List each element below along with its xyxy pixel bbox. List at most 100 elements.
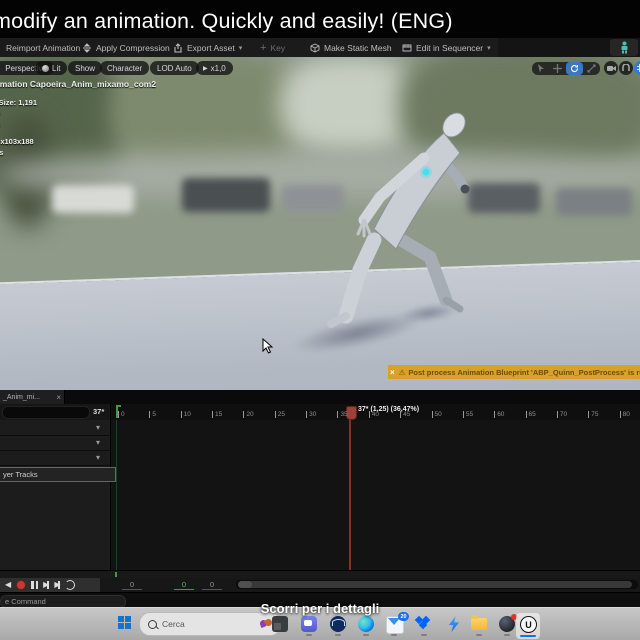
scrollbar-handle[interactable]	[238, 581, 632, 588]
transport-value: 0	[202, 580, 222, 590]
playback-controls: ◀ ▶ ▶	[0, 578, 100, 592]
transform-tools	[532, 62, 600, 75]
close-icon[interactable]: ×	[390, 368, 395, 377]
background-car	[182, 178, 270, 212]
ruler-tick: 15	[212, 411, 222, 418]
lit-label: Lit	[52, 63, 61, 73]
track-row[interactable]: ▾	[0, 435, 110, 451]
tab-close-icon[interactable]: ×	[56, 393, 61, 402]
play-icon: ▶	[203, 65, 208, 72]
step-forward-button[interactable]: ▶	[43, 581, 50, 589]
unreal-logo: U	[520, 616, 537, 633]
to-end-button[interactable]: ▶	[54, 581, 61, 589]
asset-toolbar: Reimport Animation Apply Compression Exp…	[0, 38, 640, 58]
loop-button[interactable]	[65, 580, 76, 590]
track-row[interactable]: ▾	[0, 450, 110, 466]
ruler-row: 37* 37* (1,25) (36,47%) 0 5 10 15 20 25 30 35 40…	[0, 404, 640, 421]
running-indicator	[504, 634, 510, 636]
pause-bar	[31, 581, 34, 589]
reimport-animation-label: Reimport Animation	[6, 42, 81, 53]
scrollbar-cap	[238, 581, 252, 588]
ruler-tick: 5	[149, 411, 156, 418]
animation-timeline: _Anim_mi... × 37* 37* (1,25) (36,47%) 05…	[0, 390, 640, 608]
transport-bar: ◀ ▶ ▶ 0 0 0	[0, 578, 640, 592]
edge-browser-icon[interactable]	[358, 616, 374, 632]
chevron-down-icon: ▾	[487, 44, 491, 52]
pause-bar	[35, 581, 39, 589]
disney-plus-icon[interactable]	[330, 616, 346, 632]
record-button[interactable]	[16, 580, 27, 590]
dropbox-icon[interactable]	[414, 615, 432, 632]
ruler-tick: 55	[462, 411, 473, 418]
ruler-tick: 75	[588, 411, 598, 418]
scale-icon	[587, 64, 596, 73]
preview-mesh-button[interactable]	[610, 39, 638, 56]
key-button[interactable]: + Key	[260, 38, 285, 57]
lod-auto-button[interactable]: LOD Auto	[150, 61, 199, 75]
mail-app-icon[interactable]: 20	[386, 612, 409, 634]
reimport-animation-button[interactable]: Reimport Animation	[6, 38, 80, 57]
chat-app-icon[interactable]	[301, 616, 317, 632]
taskbar-app-icon[interactable]	[272, 616, 288, 632]
to-front-button[interactable]: ◀	[5, 581, 11, 589]
notification-app-icon[interactable]	[499, 614, 517, 632]
lit-sphere-icon	[42, 64, 49, 72]
show-button[interactable]: Show	[68, 61, 103, 75]
video-title: modify an animation. Quickly and easily!…	[0, 9, 453, 33]
search-highlight-icon	[259, 617, 274, 629]
export-icon	[174, 42, 182, 53]
track-area[interactable]: ▾ ▾ ▾ yer Tracks	[0, 420, 640, 570]
running-indicator	[363, 634, 369, 636]
camera-speed-button[interactable]	[604, 61, 618, 75]
select-tool-button[interactable]	[532, 62, 549, 75]
track-row[interactable]: ▾	[0, 420, 110, 436]
edit-in-sequencer-button[interactable]: Edit in Sequencer ▾	[402, 38, 491, 57]
layer-tracks-button[interactable]: yer Tracks	[0, 467, 116, 482]
chevron-down-icon[interactable]: ▾	[96, 423, 100, 432]
windows-start-button[interactable]	[118, 616, 131, 629]
chevron-down-icon[interactable]: ▾	[96, 453, 100, 462]
timeline-ruler[interactable]: 37* (1,25) (36,47%) 0 5 10 15 20 25 30 35 40 45 50…	[110, 404, 640, 420]
viewport-animation-label: Animation Capoeira_Anim_mixamo_com2	[0, 79, 157, 89]
sequencer-icon	[402, 44, 412, 51]
move-tool-button[interactable]	[549, 62, 566, 75]
running-indicator	[476, 634, 482, 636]
horizontal-scrollbar[interactable]	[236, 580, 638, 589]
ruler-tick: 40	[368, 411, 379, 418]
active-app-underline	[520, 634, 536, 637]
make-static-mesh-button[interactable]: Make Static Mesh	[310, 38, 392, 57]
ruler-tick: 10	[180, 411, 191, 418]
warning-text: Post process Animation Blueprint 'ABP_Qu…	[408, 367, 640, 377]
file-explorer-icon[interactable]	[471, 615, 487, 630]
layer-tracks-label: yer Tracks	[3, 470, 38, 479]
scale-tool-button[interactable]	[583, 62, 600, 75]
unreal-engine-icon[interactable]: U	[516, 613, 540, 639]
playback-speed-button[interactable]: ▶ x1,0	[196, 61, 233, 75]
mannequin-character[interactable]	[320, 95, 480, 355]
export-asset-button[interactable]: Export Asset ▾	[173, 38, 242, 57]
playback-speed-label: x1,0	[210, 63, 226, 73]
apply-compression-button[interactable]: Apply Compression	[82, 38, 170, 57]
export-asset-label: Export Asset	[187, 42, 235, 53]
character-button[interactable]: Character	[100, 61, 150, 75]
timeline-filter-box[interactable]	[2, 406, 90, 419]
debug-line: 55x103x188	[0, 137, 34, 146]
warning-icon: ⚠	[398, 367, 406, 377]
viewport[interactable]: Perspective Lit Show Character LOD Auto …	[0, 57, 640, 390]
ruler-tick: 65	[525, 411, 536, 418]
background-car	[556, 188, 632, 216]
scroll-hint-overlay: Scorri per i dettagli	[260, 601, 380, 616]
track-outliner: ▾ ▾ ▾ yer Tracks	[0, 420, 116, 570]
range-start-tick	[115, 572, 117, 577]
show-label: Show	[75, 63, 96, 73]
lightning-app-icon[interactable]	[448, 616, 460, 632]
rotate-tool-button[interactable]	[566, 62, 583, 75]
pause-button[interactable]	[31, 581, 39, 589]
snap-button[interactable]	[619, 61, 633, 75]
background-car	[52, 185, 134, 213]
playhead-line	[349, 420, 351, 570]
chevron-down-icon[interactable]: ▾	[96, 438, 100, 447]
lit-button[interactable]: Lit	[35, 61, 68, 75]
animation-tab[interactable]: _Anim_mi... ×	[0, 390, 65, 404]
running-indicator	[391, 634, 397, 636]
